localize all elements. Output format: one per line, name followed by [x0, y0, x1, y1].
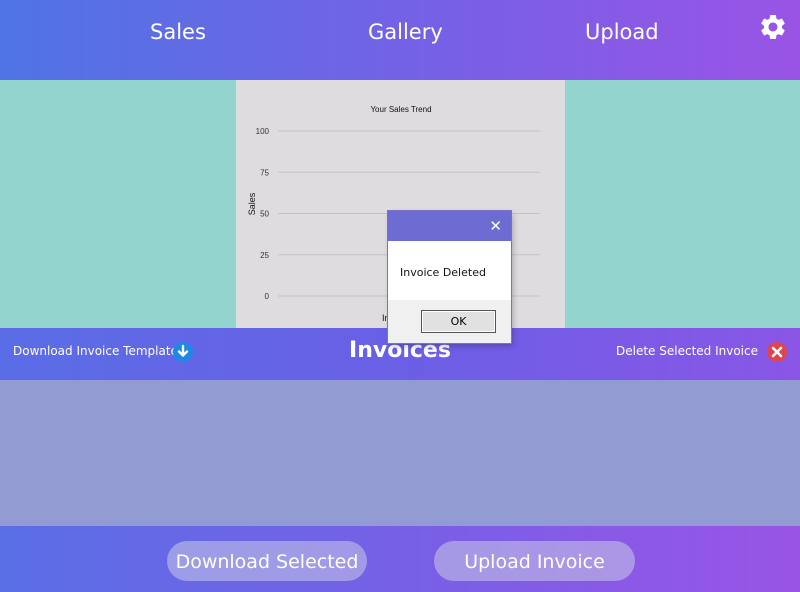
chart-title: Your Sales Trend [370, 105, 431, 114]
gear-icon[interactable] [758, 12, 788, 42]
close-circle-icon[interactable] [766, 341, 788, 363]
chart-y-tick-label: 50 [260, 210, 269, 219]
close-icon[interactable]: ✕ [489, 217, 502, 235]
nav-item-upload[interactable]: Upload [585, 20, 659, 44]
top-nav-bar: Sales Gallery Upload [0, 0, 800, 80]
chart-y-tick-label: 0 [265, 292, 270, 301]
chart-y-tick-label: 75 [260, 168, 269, 177]
chart-y-axis-label: Sales [247, 192, 257, 215]
bottom-action-bar: Download Selected Upload Invoice [0, 526, 800, 592]
nav-item-sales[interactable]: Sales [150, 20, 206, 44]
delete-selected-invoice-link[interactable]: Delete Selected Invoice [616, 344, 758, 358]
dialog-message: Invoice Deleted [400, 266, 486, 279]
nav-item-gallery[interactable]: Gallery [368, 20, 443, 44]
chart-y-tick-label: 25 [260, 251, 269, 260]
invoice-deleted-dialog: ✕ Invoice Deleted OK [388, 211, 511, 343]
download-selected-button[interactable]: Download Selected [167, 541, 367, 581]
ok-button[interactable]: OK [421, 310, 496, 333]
dialog-footer: OK [388, 300, 511, 343]
chart-y-tick-label: 100 [256, 127, 270, 136]
invoice-list[interactable] [0, 380, 800, 526]
dialog-title-bar: ✕ [388, 211, 511, 241]
upload-invoice-button[interactable]: Upload Invoice [434, 541, 635, 581]
